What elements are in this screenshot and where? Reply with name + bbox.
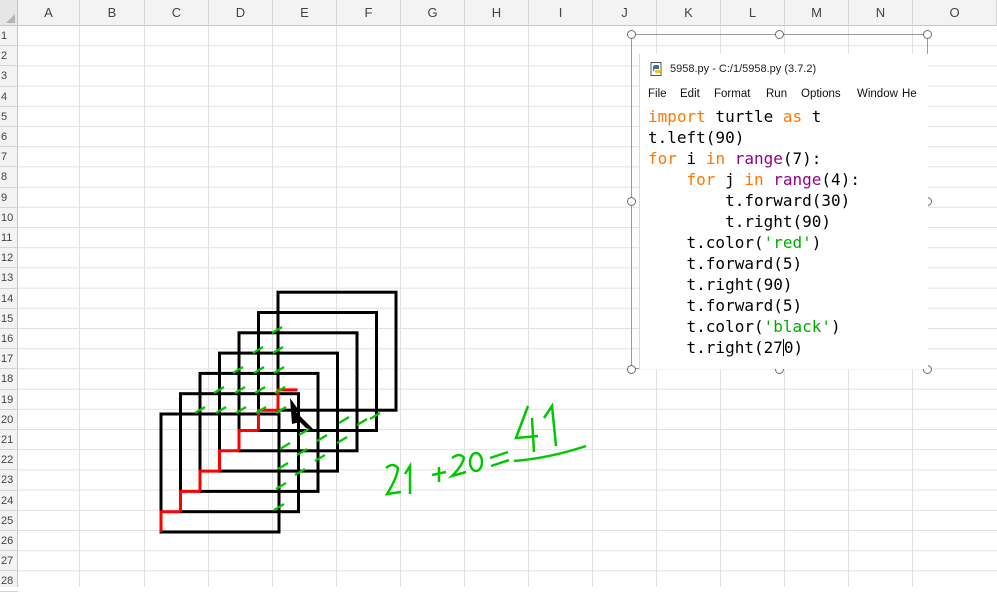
code-token: t.color( bbox=[648, 317, 764, 336]
menu-window[interactable]: Window bbox=[857, 88, 898, 100]
turtle-red-step bbox=[159, 510, 181, 532]
code-line: t.forward(5) bbox=[648, 253, 860, 274]
code-line: t.color('red') bbox=[648, 232, 860, 253]
code-token: j bbox=[715, 170, 745, 189]
code-token: t.forward(5) bbox=[648, 254, 803, 273]
resize-handle[interactable] bbox=[923, 30, 932, 39]
code-token: t.right(90) bbox=[648, 275, 793, 294]
code-line: t.right(90) bbox=[648, 211, 860, 232]
code-token: in bbox=[705, 149, 726, 168]
menu-he[interactable]: He bbox=[902, 88, 917, 100]
code-line: for i in range(7): bbox=[648, 148, 860, 169]
code-line: t.left(90) bbox=[648, 127, 860, 148]
code-token: import bbox=[648, 107, 706, 126]
code-token: ) bbox=[831, 317, 841, 336]
code-token: ) bbox=[811, 233, 822, 252]
code-token: t.right(27 bbox=[648, 338, 783, 357]
menu-file[interactable]: File bbox=[648, 88, 667, 100]
code-line: t.right(270) bbox=[648, 337, 860, 358]
turtle-red-step bbox=[198, 469, 220, 492]
menu-run[interactable]: Run bbox=[766, 88, 787, 100]
handwritten-annotation bbox=[384, 402, 587, 496]
code-token: t.color( bbox=[648, 233, 764, 252]
green-count-mark bbox=[279, 442, 291, 450]
code-line: for j in range(4): bbox=[648, 169, 860, 190]
code-line: import turtle as t bbox=[648, 106, 860, 127]
resize-handle[interactable] bbox=[627, 30, 636, 39]
code-token: t.right(90) bbox=[648, 212, 832, 231]
window-title-bar[interactable]: 5958.py - C:/1/5958.py (3.7.2) bbox=[640, 54, 928, 84]
code-line: t.right(90) bbox=[648, 274, 860, 295]
code-token: for bbox=[648, 149, 677, 168]
code-token: as bbox=[782, 107, 803, 126]
menu-format[interactable]: Format bbox=[714, 88, 750, 100]
window-title: 5958.py - C:/1/5958.py (3.7.2) bbox=[670, 63, 817, 75]
code-token: t.left(90) bbox=[648, 128, 745, 147]
turtle-red-step bbox=[218, 449, 239, 472]
menu-edit[interactable]: Edit bbox=[680, 88, 700, 100]
menu-options[interactable]: Options bbox=[801, 88, 841, 100]
turtle-red-step bbox=[237, 429, 259, 451]
turtle-arrow-icon bbox=[290, 398, 314, 430]
code-token: turtle bbox=[705, 107, 783, 126]
code-token: in bbox=[744, 170, 764, 189]
code-editor[interactable]: import turtle as t t.left(90) for i in ran… bbox=[648, 106, 860, 358]
code-token: range bbox=[734, 149, 783, 168]
idle-menu-bar: File Edit Format Run Options Window He bbox=[640, 85, 928, 105]
code-line: t.color('black') bbox=[648, 316, 860, 337]
code-token: 'red' bbox=[763, 233, 812, 252]
resize-handle[interactable] bbox=[627, 365, 636, 374]
code-token: t bbox=[802, 107, 822, 126]
turtle-red-step bbox=[179, 489, 200, 512]
code-line: t.forward(30) bbox=[648, 190, 860, 211]
code-token: (7): bbox=[782, 149, 822, 168]
code-token: 'black' bbox=[763, 317, 832, 336]
green-count-mark bbox=[338, 416, 350, 424]
python-file-icon bbox=[650, 62, 662, 76]
code-token: t.forward(30) bbox=[648, 191, 851, 210]
code-line: t.forward(5) bbox=[648, 295, 860, 316]
code-token: for bbox=[686, 170, 716, 189]
idle-editor-window[interactable]: 5958.py - C:/1/5958.py (3.7.2) File Edit F… bbox=[639, 54, 928, 369]
code-token: range bbox=[773, 170, 822, 189]
code-token: i bbox=[676, 149, 706, 168]
code-token: t.forward(5) bbox=[648, 296, 803, 315]
resize-handle[interactable] bbox=[627, 197, 636, 206]
code-token: 0) bbox=[783, 338, 804, 357]
resize-handle[interactable] bbox=[775, 30, 784, 39]
code-token: (4): bbox=[821, 170, 860, 189]
